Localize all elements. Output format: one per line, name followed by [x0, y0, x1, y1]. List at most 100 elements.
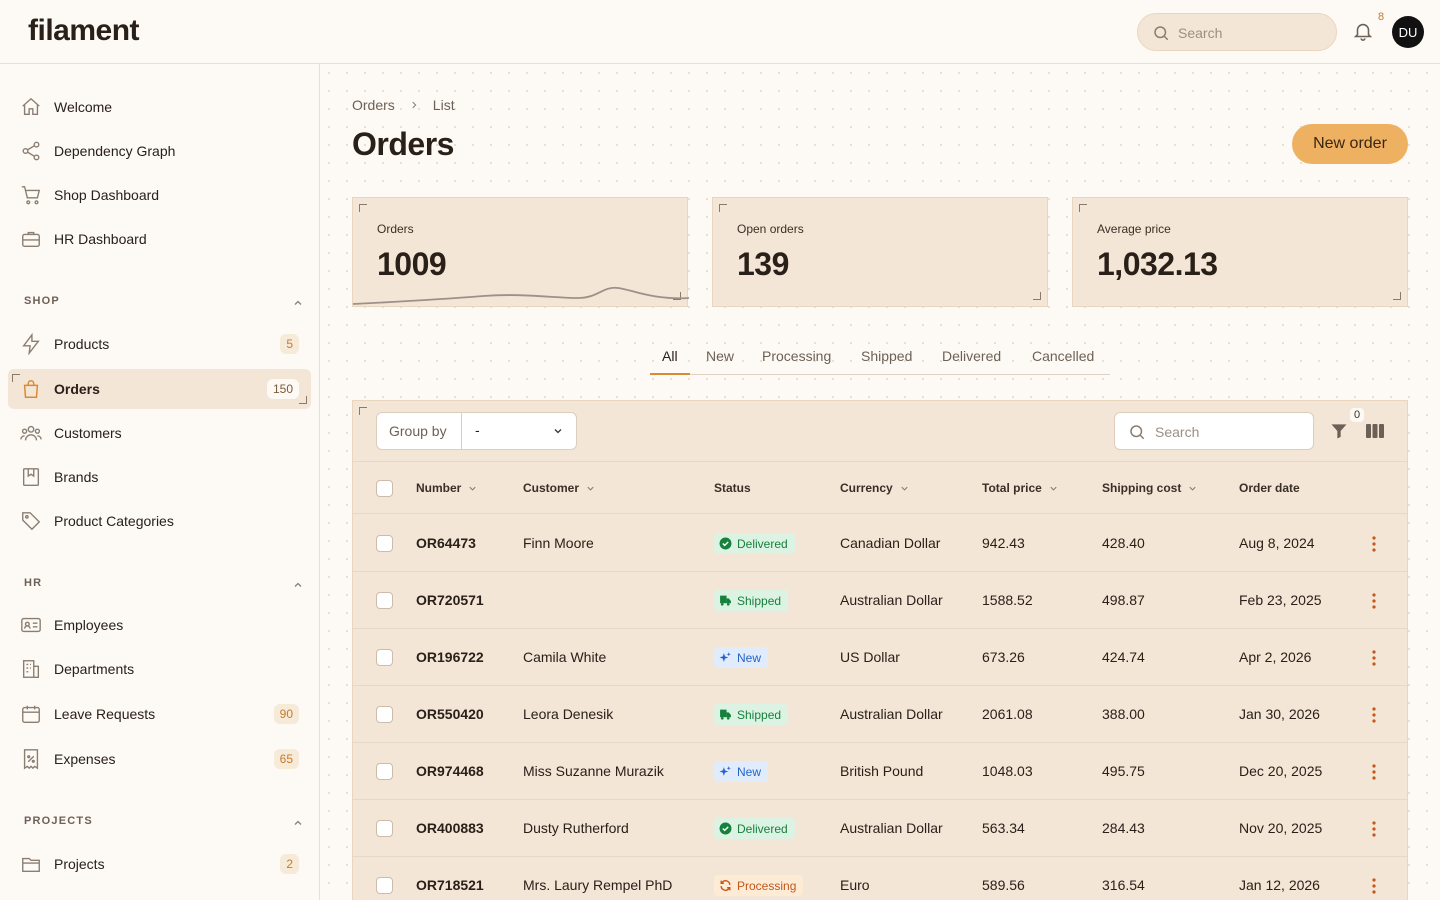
corner-marker: [719, 204, 727, 212]
table-row[interactable]: OR718521 Mrs. Laury Rempel PhD Processin…: [353, 857, 1407, 900]
sidebar-item-employees[interactable]: Employees: [8, 605, 311, 645]
receipt-percent-icon: [23, 749, 39, 770]
check-circle-icon: [719, 822, 732, 835]
sidebar-group-hr[interactable]: HR: [24, 577, 304, 597]
sidebar-item-product-categories[interactable]: Product Categories: [8, 501, 311, 541]
logo[interactable]: filament: [28, 14, 140, 48]
column-header-total-price[interactable]: Total price: [982, 481, 1059, 495]
filter-count-badge: 0: [1350, 408, 1365, 422]
stat-value: 1009: [377, 246, 447, 282]
tab-new[interactable]: New: [706, 348, 734, 364]
row-checkbox[interactable]: [376, 877, 393, 894]
columns-icon[interactable]: [1365, 422, 1385, 440]
stat-label: Open orders: [737, 222, 804, 236]
sidebar-item-orders[interactable]: Orders 150: [8, 369, 311, 409]
chevron-down-icon: [1050, 486, 1057, 491]
tab-all[interactable]: All: [662, 348, 678, 364]
sidebar-item-departments[interactable]: Departments: [8, 649, 311, 689]
table-search-input[interactable]: [1155, 421, 1305, 443]
table-row[interactable]: OR550420 Leora Denesik Shipped Australia…: [353, 686, 1407, 743]
customer-name: Mrs. Laury Rempel PhD: [523, 877, 673, 893]
bell-icon[interactable]: [1352, 20, 1374, 42]
row-checkbox[interactable]: [376, 763, 393, 780]
column-header-number[interactable]: Number: [416, 481, 478, 495]
breadcrumb-orders[interactable]: Orders: [352, 97, 395, 113]
filter-icon[interactable]: [1329, 421, 1349, 441]
sidebar-item-customers[interactable]: Customers: [8, 413, 311, 453]
global-search[interactable]: [1137, 13, 1337, 51]
home-icon: [22, 97, 40, 116]
group-title: SHOP: [24, 295, 60, 307]
table-row[interactable]: OR720571 Shipped Australian Dollar 1588.…: [353, 572, 1407, 629]
column-header-order-date[interactable]: Order date: [1239, 481, 1300, 495]
tab-processing[interactable]: Processing: [762, 348, 831, 364]
more-vertical-icon[interactable]: [1369, 592, 1379, 610]
sidebar-item-products[interactable]: Products 5: [8, 324, 311, 364]
sidebar-group-shop[interactable]: SHOP: [24, 295, 304, 315]
tab-delivered[interactable]: Delivered: [942, 348, 1001, 364]
shipping-cost: 388.00: [1102, 706, 1145, 722]
tab-shipped[interactable]: Shipped: [861, 348, 912, 364]
sidebar-item-projects[interactable]: Projects 2: [8, 844, 311, 884]
sidebar: Welcome Dependency Graph Shop Dashboard …: [0, 64, 320, 900]
column-header-shipping-cost[interactable]: Shipping cost: [1102, 481, 1198, 495]
tab-cancelled[interactable]: Cancelled: [1032, 348, 1094, 364]
row-checkbox[interactable]: [376, 535, 393, 552]
order-date: Feb 23, 2025: [1239, 592, 1322, 608]
row-checkbox[interactable]: [376, 592, 393, 609]
order-number[interactable]: OR550420: [416, 706, 484, 722]
status-badge: New: [714, 761, 769, 782]
total-price: 942.43: [982, 535, 1025, 551]
table-row[interactable]: OR974468 Miss Suzanne Murazik New Britis…: [353, 743, 1407, 800]
more-vertical-icon[interactable]: [1369, 649, 1379, 667]
sidebar-item-shop-dashboard[interactable]: Shop Dashboard: [8, 175, 311, 215]
column-header-currency[interactable]: Currency: [840, 481, 910, 495]
more-vertical-icon[interactable]: [1369, 535, 1379, 553]
table-row[interactable]: OR196722 Camila White New US Dollar 673.…: [353, 629, 1407, 686]
row-checkbox[interactable]: [376, 820, 393, 837]
row-checkbox[interactable]: [376, 706, 393, 723]
chevron-up-icon[interactable]: [292, 297, 304, 309]
sidebar-item-hr-dashboard[interactable]: HR Dashboard: [8, 219, 311, 259]
column-label: Status: [714, 481, 751, 495]
more-vertical-icon[interactable]: [1369, 763, 1379, 781]
global-search-input[interactable]: [1178, 22, 1328, 44]
status-tabs: All New Processing Shipped Delivered Can…: [650, 339, 1110, 375]
sidebar-item-expenses[interactable]: Expenses 65: [8, 739, 311, 779]
search-icon: [1154, 26, 1169, 41]
shipping-cost: 498.87: [1102, 592, 1145, 608]
table-row[interactable]: OR400883 Dusty Rutherford Delivered Aust…: [353, 800, 1407, 857]
order-number[interactable]: OR718521: [416, 877, 484, 893]
chevron-up-icon[interactable]: [292, 579, 304, 591]
order-number[interactable]: OR974468: [416, 763, 484, 779]
select-all-checkbox[interactable]: [376, 480, 393, 497]
sidebar-item-label: Brands: [54, 469, 99, 485]
order-number[interactable]: OR64473: [416, 535, 476, 551]
order-number[interactable]: OR720571: [416, 592, 484, 608]
more-vertical-icon[interactable]: [1369, 706, 1379, 724]
order-number[interactable]: OR196722: [416, 649, 484, 665]
order-number[interactable]: OR400883: [416, 820, 484, 836]
corner-marker: [359, 407, 367, 415]
new-order-button[interactable]: New order: [1292, 124, 1408, 164]
avatar[interactable]: DU: [1392, 16, 1424, 48]
sidebar-item-label: Customers: [54, 425, 122, 441]
sidebar-item-dependency-graph[interactable]: Dependency Graph: [8, 131, 311, 171]
sidebar-item-leave-requests[interactable]: Leave Requests 90: [8, 694, 311, 734]
table-search[interactable]: [1114, 412, 1314, 450]
column-header-customer[interactable]: Customer: [523, 481, 596, 495]
total-price: 1048.03: [982, 763, 1033, 779]
table-row[interactable]: OR64473 Finn Moore Delivered Canadian Do…: [353, 515, 1407, 572]
sidebar-item-brands[interactable]: Brands: [8, 457, 311, 497]
chevron-down-icon: [1189, 486, 1196, 491]
row-checkbox[interactable]: [376, 649, 393, 666]
bookmark-icon: [22, 468, 40, 486]
stat-card-open-orders: Open orders 139: [712, 197, 1048, 307]
sidebar-group-projects[interactable]: PROJECTS: [24, 815, 304, 835]
chevron-up-icon[interactable]: [292, 817, 304, 829]
more-vertical-icon[interactable]: [1369, 877, 1379, 895]
more-vertical-icon[interactable]: [1369, 820, 1379, 838]
sidebar-item-welcome[interactable]: Welcome: [8, 87, 311, 127]
group-by-label: Group by: [389, 423, 447, 439]
group-by-select[interactable]: Group by -: [376, 412, 577, 450]
